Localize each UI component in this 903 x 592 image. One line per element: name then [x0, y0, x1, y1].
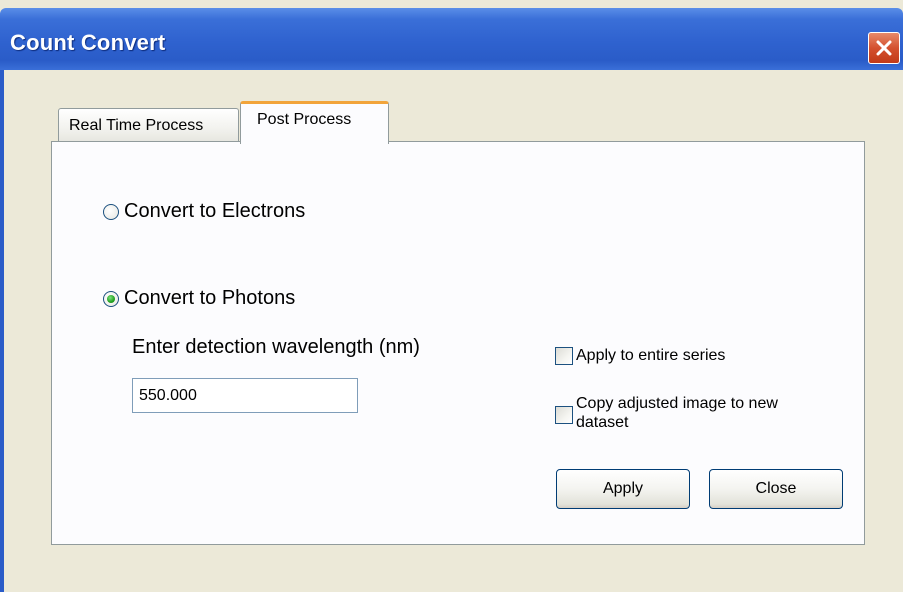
- convert-to-photons-label: Convert to Photons: [124, 287, 296, 309]
- wavelength-input[interactable]: [132, 378, 358, 413]
- tab-real-time-process[interactable]: Real Time Process: [58, 108, 239, 142]
- radio-button-icon: [103, 203, 119, 220]
- window-border-left: [0, 70, 4, 592]
- convert-to-electrons-radio[interactable]: Convert to Electrons: [103, 200, 305, 223]
- wavelength-label: Enter detection wavelength (nm): [132, 336, 420, 358]
- copy-to-new-dataset-checkbox[interactable]: Copy adjusted image to new dataset: [555, 394, 778, 432]
- convert-to-electrons-label: Convert to Electrons: [124, 200, 306, 222]
- tab-post-process[interactable]: Post Process: [240, 101, 389, 144]
- copy-label-line2: dataset: [576, 414, 629, 431]
- close-icon: [876, 40, 892, 56]
- close-window-button[interactable]: [868, 32, 900, 64]
- window-title: Count Convert: [10, 30, 166, 55]
- apply-to-entire-series-checkbox[interactable]: Apply to entire series: [555, 346, 725, 365]
- count-convert-dialog: Count Convert Real Time Process Post Pro…: [0, 0, 903, 592]
- close-button[interactable]: Close: [709, 469, 843, 509]
- apply-button[interactable]: Apply: [556, 469, 690, 509]
- copy-to-new-dataset-label: Copy adjusted image to new dataset: [576, 394, 778, 432]
- title-bar[interactable]: Count Convert: [0, 8, 903, 70]
- checkbox-icon: [555, 347, 573, 365]
- radio-button-selected-icon: [103, 290, 119, 307]
- checkbox-icon: [555, 406, 573, 424]
- radio-selected-dot: [107, 294, 115, 303]
- convert-to-photons-radio[interactable]: Convert to Photons: [103, 287, 295, 310]
- copy-label-line1: Copy adjusted image to new: [576, 395, 778, 412]
- apply-to-entire-series-label: Apply to entire series: [576, 347, 726, 364]
